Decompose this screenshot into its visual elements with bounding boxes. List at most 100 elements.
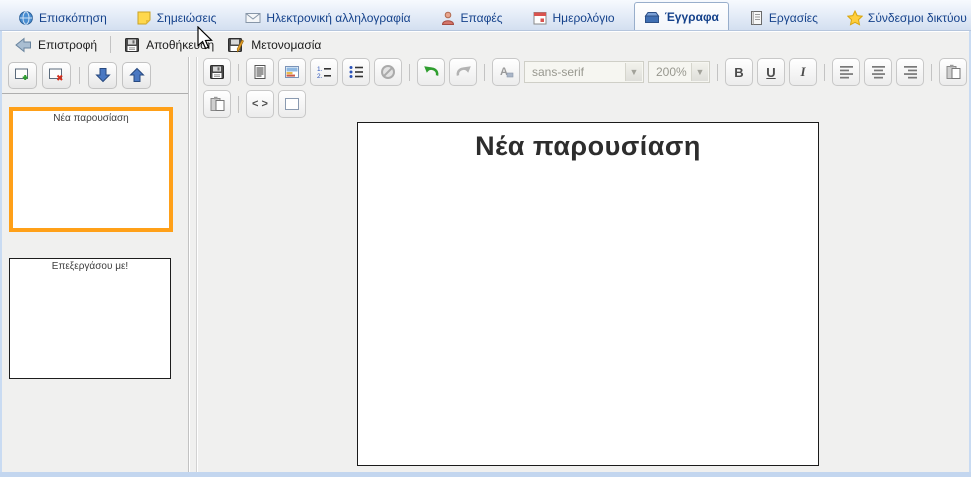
back-arrow-icon — [15, 37, 32, 53]
align-center-icon — [871, 65, 886, 79]
slide-thumbnail-title: Νέα παρουσίαση — [53, 113, 128, 124]
move-slide-up-button[interactable] — [122, 62, 151, 89]
toolbar-divider — [79, 67, 80, 84]
font-size-select[interactable]: 200% ▼ — [648, 61, 710, 83]
tab-contacts[interactable]: Επαφές — [430, 5, 513, 30]
editor-toolbar-row1: 1.2. A sans-serif ▼ — [203, 58, 967, 86]
undo-button[interactable] — [417, 58, 445, 86]
insert-image-button[interactable] — [278, 58, 306, 86]
align-right-button[interactable] — [896, 58, 924, 86]
italic-label: I — [800, 64, 805, 80]
tab-email[interactable]: Ηλεκτρονική αλληλογραφία — [235, 5, 420, 30]
align-left-button[interactable] — [832, 58, 860, 86]
bullet-list-icon — [348, 64, 364, 80]
rename-icon — [227, 37, 245, 53]
clipboard-button[interactable] — [203, 90, 231, 118]
rename-button[interactable]: Μετονομασία — [224, 35, 324, 55]
image-icon — [284, 64, 300, 80]
tab-label: Επισκόπηση — [39, 11, 107, 25]
tab-label: Σημειώσεις — [157, 11, 217, 25]
bullet-list-button[interactable] — [342, 58, 370, 86]
slide-thumbnail-2[interactable]: Επεξεργάσου με! — [9, 258, 171, 379]
svg-text:2.: 2. — [317, 73, 323, 80]
save-slide-button[interactable] — [203, 58, 231, 86]
svg-text:1.: 1. — [317, 66, 323, 73]
paragraph-icon — [252, 64, 268, 80]
tab-tasks[interactable]: Εργασίες — [738, 5, 828, 30]
calendar-icon — [532, 10, 548, 26]
paragraph-button[interactable] — [246, 58, 274, 86]
paste-button[interactable] — [939, 58, 967, 86]
star-icon — [847, 10, 863, 26]
rename-label: Μετονομασία — [251, 38, 321, 52]
tab-calendar[interactable]: Ημερολόγιο — [522, 5, 625, 30]
tab-label: Ημερολόγιο — [553, 11, 615, 25]
slide-thumbnail-list: Νέα παρουσίαση Επεξεργάσου με! — [2, 94, 188, 379]
document-toolbar: Επιστροφή Αποθήκευση Μετονομασία — [2, 32, 969, 57]
delete-slide-button[interactable] — [42, 62, 71, 89]
contacts-icon — [440, 10, 456, 26]
editor-area: 1.2. A sans-serif ▼ — [198, 57, 969, 472]
move-slide-down-button[interactable] — [88, 62, 117, 89]
redo-icon — [455, 64, 472, 80]
tab-notes[interactable]: Σημειώσεις — [126, 5, 227, 30]
slide-buttons-bar — [2, 57, 188, 94]
tab-label: Εργασίες — [769, 11, 818, 25]
main-tabbar: Επισκόπηση Σημειώσεις Ηλεκτρονική αλληλο… — [0, 0, 971, 31]
toolbar-divider — [238, 96, 239, 113]
bold-button[interactable]: B — [725, 58, 753, 86]
window-frame — [0, 31, 2, 477]
editor-toolbar-row2: < > — [203, 90, 306, 118]
toolbar-divider — [409, 64, 410, 81]
tab-network-links[interactable]: Σύνδεσμοι δικτύου — [837, 5, 971, 30]
numbered-list-icon: 1.2. — [316, 64, 332, 80]
arrow-down-icon — [95, 67, 111, 83]
redo-button[interactable] — [449, 58, 477, 86]
tab-documents[interactable]: Έγγραφα — [634, 2, 729, 30]
font-size-value: 200% — [656, 65, 687, 79]
toolbar-divider — [484, 64, 485, 81]
toolbar-divider — [717, 64, 718, 81]
undo-icon — [423, 64, 440, 80]
chevron-down-icon: ▼ — [691, 63, 708, 81]
tab-label: Έγγραφα — [665, 10, 719, 24]
align-center-button[interactable] — [864, 58, 892, 86]
align-right-icon — [903, 65, 918, 79]
numbered-list-button[interactable]: 1.2. — [310, 58, 338, 86]
slide-thumbnail-1[interactable]: Νέα παρουσίαση — [9, 107, 173, 232]
toolbar-divider — [238, 64, 239, 81]
font-family-select[interactable]: sans-serif ▼ — [524, 61, 644, 83]
underline-button[interactable]: U — [757, 58, 785, 86]
back-label: Επιστροφή — [38, 38, 97, 52]
slide-thumbnail-title: Επεξεργάσου με! — [52, 261, 128, 272]
toolbar-divider — [824, 64, 825, 81]
tab-label: Επαφές — [461, 11, 503, 25]
slide-canvas[interactable]: Νέα παρουσίαση — [357, 122, 819, 466]
add-slide-button[interactable] — [8, 62, 37, 89]
tab-overview[interactable]: Επισκόπηση — [8, 5, 117, 30]
documents-icon — [644, 9, 660, 25]
rectangle-icon — [284, 96, 300, 112]
tab-label: Σύνδεσμοι δικτύου — [868, 11, 967, 25]
tab-label: Ηλεκτρονική αλληλογραφία — [266, 11, 410, 25]
clipboard-icon — [209, 96, 226, 112]
tasks-icon — [748, 10, 764, 26]
toolbar-divider — [110, 36, 111, 53]
block-button[interactable] — [374, 58, 402, 86]
font-color-button[interactable]: A — [492, 58, 520, 86]
font-color-icon: A — [498, 64, 514, 80]
paste-icon — [945, 64, 962, 80]
save-icon — [124, 37, 140, 53]
source-code-button[interactable]: < > — [246, 90, 274, 118]
underline-label: U — [766, 65, 775, 80]
panel-splitter[interactable] — [190, 57, 197, 472]
slides-panel: Νέα παρουσίαση Επεξεργάσου με! — [2, 57, 189, 472]
presentation-editor-app: Επισκόπηση Σημειώσεις Ηλεκτρονική αλληλο… — [0, 0, 971, 479]
save-document-button[interactable]: Αποθήκευση — [121, 35, 217, 55]
italic-button[interactable]: I — [789, 58, 817, 86]
globe-icon — [18, 10, 34, 26]
shape-rect-button[interactable] — [278, 90, 306, 118]
back-button[interactable]: Επιστροφή — [12, 35, 100, 55]
delete-slide-icon — [48, 67, 65, 83]
bold-label: B — [734, 65, 743, 80]
